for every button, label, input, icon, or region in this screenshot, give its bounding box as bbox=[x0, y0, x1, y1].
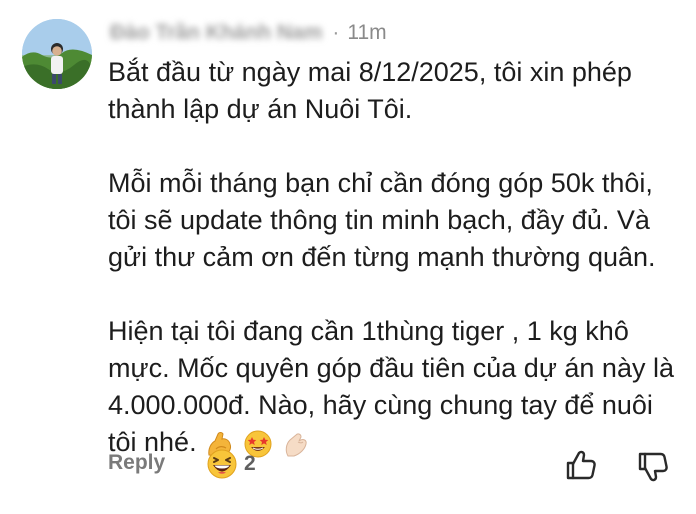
like-button[interactable] bbox=[564, 448, 598, 482]
meta-separator: · bbox=[332, 21, 340, 44]
comment-paragraph: Bắt đầu từ ngày mai 8/12/2025, tôi xin p… bbox=[108, 57, 632, 124]
comment-body: Bắt đầu từ ngày mai 8/12/2025, tôi xin p… bbox=[108, 54, 688, 461]
reaction-summary[interactable]: 2 bbox=[206, 448, 256, 480]
timestamp: 11m bbox=[347, 21, 387, 44]
comment: Đào Trần Khánh Nam · 11m Bắt đầu từ ngày… bbox=[0, 0, 696, 514]
grinning-squinting-face-icon bbox=[207, 449, 237, 479]
avatar-image bbox=[22, 19, 92, 89]
thumbs-down-icon bbox=[638, 452, 668, 482]
reaction-count: 2 bbox=[244, 452, 256, 475]
reply-button[interactable]: Reply bbox=[108, 451, 165, 475]
comment-meta: Đào Trần Khánh Nam · 11m bbox=[110, 18, 387, 48]
avatar[interactable] bbox=[22, 19, 92, 89]
comment-paragraph-text: Hiện tại tôi đang cần 1thùng tiger , 1 k… bbox=[108, 316, 674, 457]
comment-paragraph-last: Hiện tại tôi đang cần 1thùng tiger , 1 k… bbox=[108, 313, 688, 461]
dislike-button[interactable] bbox=[636, 450, 670, 484]
thumbs-up-icon bbox=[566, 450, 596, 480]
comment-paragraph: Mỗi mỗi tháng bạn chỉ cần đóng góp 50k t… bbox=[108, 168, 656, 272]
author-name[interactable]: Đào Trần Khánh Nam bbox=[110, 21, 322, 45]
comment-actions: Reply 2 bbox=[108, 448, 688, 484]
